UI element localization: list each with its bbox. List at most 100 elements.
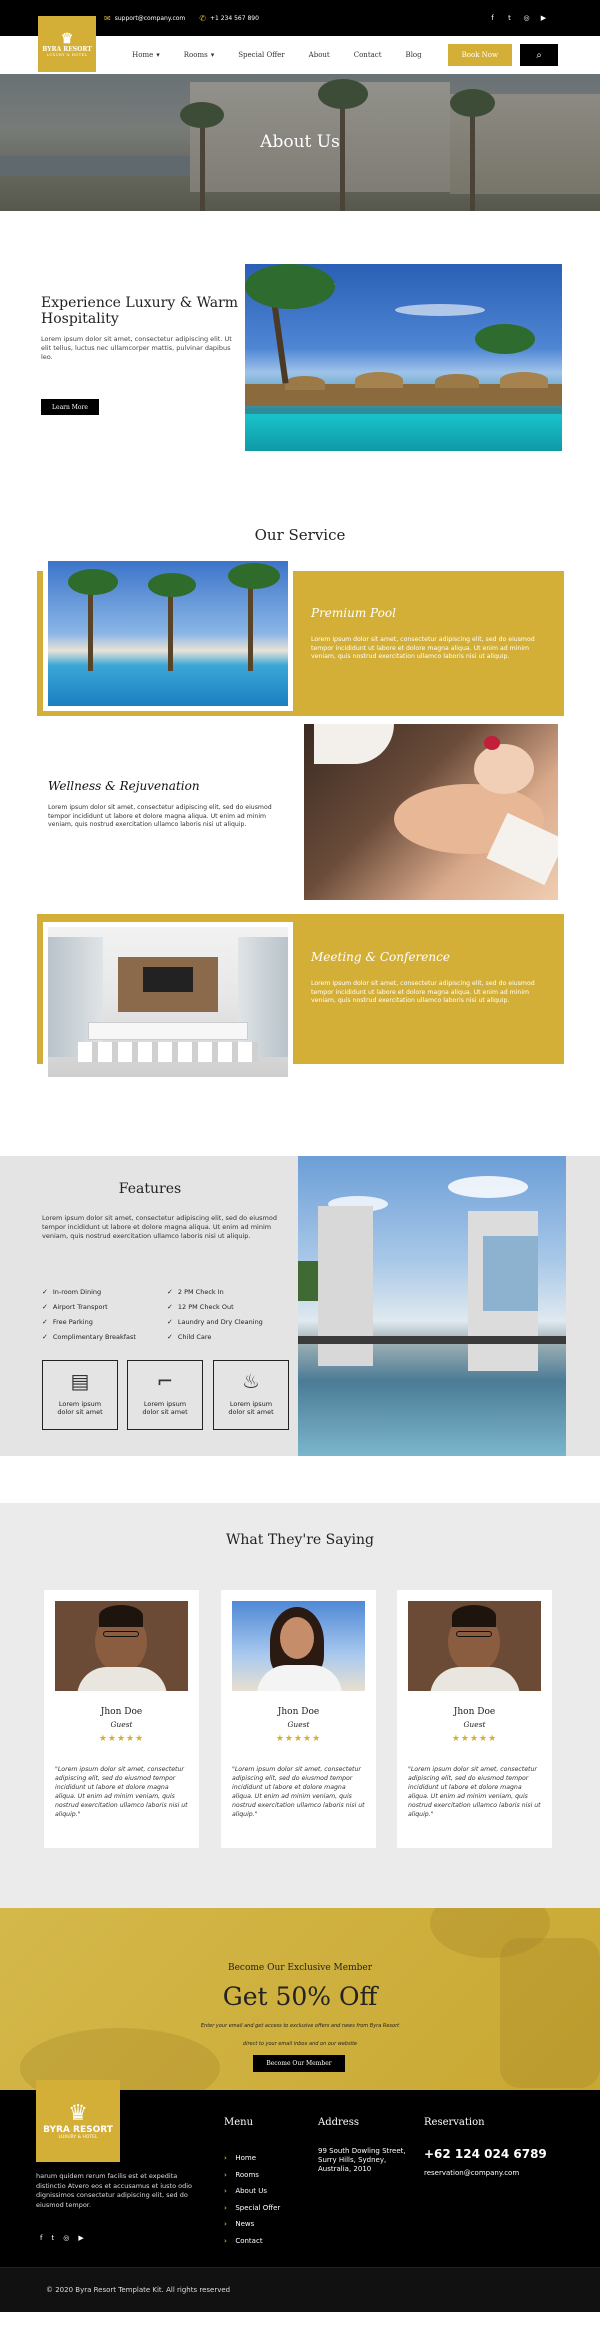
facebook-icon[interactable]: f	[488, 14, 497, 23]
footer-link-special-offer[interactable]: Special Offer	[224, 2200, 280, 2217]
youtube-icon[interactable]: ▶	[78, 2234, 83, 2242]
footer-phone[interactable]: +62 124 024 6789	[424, 2147, 547, 2161]
check-icon: ✓	[167, 1318, 173, 1326]
instagram-icon[interactable]: ◎	[522, 14, 531, 23]
become-member-button[interactable]: Become Our Member	[253, 2055, 345, 2072]
avatar	[55, 1601, 188, 1691]
logo-text: BYRA RESORT	[42, 45, 92, 53]
nav-item-home[interactable]: Home ▾	[124, 51, 168, 59]
feature-item: ✓ 12 PM Check Out	[167, 1303, 292, 1311]
twitter-icon[interactable]: t	[505, 14, 514, 23]
testimonial-name: Jhon Doe	[453, 1707, 496, 1717]
features-right-band	[566, 1156, 600, 1456]
footer-about: harum quidem rerum facilis est et expedi…	[36, 2172, 193, 2209]
feature-item: ✓ Airport Transport	[42, 1303, 167, 1311]
top-email[interactable]: ✉ support@company.com	[104, 14, 185, 23]
pool-photo-frame	[43, 556, 293, 711]
features-title: Features	[118, 1181, 182, 1197]
footer-address: 99 South Dowling Street, Surry Hills, Sy…	[318, 2147, 406, 2173]
youtube-icon[interactable]: ▶	[539, 14, 548, 23]
twitter-icon[interactable]: t	[51, 2234, 54, 2242]
member-headline: Get 50% Off	[222, 1982, 378, 2011]
feature-item: ✓ Complimentary Breakfast	[42, 1333, 167, 1341]
check-icon: ✓	[42, 1333, 48, 1341]
page-title: About Us	[260, 132, 340, 152]
brand-logo[interactable]: ♛ BYRA RESORT LUXURY & HOTEL	[38, 16, 96, 72]
feature-label: Complimentary Breakfast	[52, 1333, 136, 1341]
testimonial-card: Jhon Doe Guest ★★★★★ "Lorem ipsum dolor …	[221, 1590, 376, 1848]
testimonial-quote: "Lorem ipsum dolor sit amet, consectetur…	[55, 1766, 188, 1818]
feature-box: ♨ Lorem ipsum dolor sit amet	[213, 1360, 289, 1430]
features-section: Features Lorem ipsum dolor sit amet, con…	[0, 1156, 600, 1456]
spa-photo	[304, 724, 558, 900]
facebook-icon[interactable]: f	[40, 2234, 42, 2242]
logo-text: BYRA RESORT	[43, 2124, 113, 2135]
testimonial-name: Jhon Doe	[100, 1707, 143, 1717]
feature-item: ✓ In-room Dining	[42, 1288, 167, 1296]
footer-email[interactable]: reservation@company.com	[424, 2169, 519, 2177]
nav-item-about[interactable]: About	[301, 51, 338, 59]
feature-label: Airport Transport	[52, 1303, 108, 1311]
experience-section: Experience Luxury & Warm Hospitality Lor…	[0, 211, 600, 476]
main-nav: ♛ BYRA RESORT LUXURY & HOTEL Home ▾ Rooms…	[0, 16, 600, 74]
footer-link-news[interactable]: News	[224, 2216, 280, 2233]
copyright-bar: © 2020 Byra Resort Template Kit. All rig…	[0, 2267, 600, 2312]
cctv-icon: ⌐	[156, 1369, 174, 1393]
footer-link-about[interactable]: About Us	[224, 2183, 280, 2200]
feature-label: Free Parking	[52, 1318, 93, 1326]
feature-label: 2 PM Check In	[177, 1288, 224, 1296]
instagram-icon[interactable]: ◎	[63, 2234, 69, 2242]
testimonial-name: Jhon Doe	[277, 1707, 320, 1717]
feature-box-text: Lorem ipsum dolor sit amet	[57, 1400, 103, 1416]
feature-box-text: Lorem ipsum dolor sit amet	[228, 1400, 274, 1416]
nav-item-rooms[interactable]: Rooms ▾	[176, 51, 222, 59]
beach-resort-image	[245, 264, 562, 451]
top-contact: ✉ support@company.com ✆ +1 234 567 890	[104, 14, 259, 23]
service-premium-pool: Premium Pool Lorem ipsum dolor sit amet,…	[0, 556, 600, 724]
service-text: Lorem ipsum dolor sit amet, consectetur …	[311, 636, 535, 660]
service-title: Meeting & Conference	[311, 950, 450, 964]
footer-logo[interactable]: ♛ BYRA RESORT LUXURY & HOTEL	[36, 2080, 120, 2162]
service-text: Lorem ipsum dolor sit amet, consectetur …	[311, 980, 535, 1004]
feature-box-text: Lorem ipsum dolor sit amet	[142, 1400, 188, 1416]
footer-link-rooms[interactable]: Rooms	[224, 2167, 280, 2184]
footer-link-contact[interactable]: Contact	[224, 2233, 280, 2250]
top-phone[interactable]: ✆ +1 234 567 890	[199, 14, 259, 23]
meeting-photo-frame	[43, 922, 293, 1082]
service-meeting: Meeting & Conference Lorem ipsum dolor s…	[0, 914, 600, 1086]
testimonial-quote: "Lorem ipsum dolor sit amet, consectetur…	[232, 1766, 365, 1818]
footer: ♛ BYRA RESORT LUXURY & HOTEL harum quide…	[0, 2080, 600, 2312]
footer-menu-title: Menu	[224, 2117, 254, 2128]
feature-label: Laundry and Dry Cleaning	[177, 1318, 263, 1326]
dining-icon: ♨	[242, 1369, 260, 1393]
meeting-photo	[48, 927, 288, 1077]
check-icon: ✓	[42, 1318, 48, 1326]
logo-mark: ♛	[60, 30, 74, 47]
feature-box: ⌐ Lorem ipsum dolor sit amet	[127, 1360, 203, 1430]
chevron-down-icon: ▾	[210, 51, 215, 59]
top-phone-text: +1 234 567 890	[209, 14, 259, 22]
feature-item: ✓ Child Care	[167, 1333, 292, 1341]
book-now-button[interactable]: Book Now	[447, 44, 512, 66]
top-email-text: support@company.com	[114, 14, 186, 22]
check-icon: ✓	[167, 1333, 173, 1341]
search-button[interactable]: ⌕	[520, 44, 558, 66]
nav-item-blog[interactable]: Blog	[398, 51, 430, 59]
check-icon: ✓	[167, 1303, 173, 1311]
feature-label: Child Care	[177, 1333, 212, 1341]
logo-mark: ♛	[68, 2100, 88, 2126]
nav-item-contact[interactable]: Contact	[346, 51, 390, 59]
check-icon: ✓	[42, 1303, 48, 1311]
hero-banner: About Us	[0, 74, 600, 211]
footer-link-home[interactable]: Home	[224, 2150, 280, 2167]
pool-photo	[48, 561, 288, 706]
footer-reservation-title: Reservation	[424, 2117, 485, 2128]
nav-item-special-offer[interactable]: Special Offer	[230, 51, 292, 59]
phone-icon: ✆	[199, 13, 206, 23]
logo-tagline: LUXURY & HOTEL	[46, 52, 88, 57]
learn-more-button[interactable]: Learn More	[41, 399, 99, 415]
feature-item: ✓ 2 PM Check In	[167, 1288, 292, 1296]
logo-tagline: LUXURY & HOTEL	[58, 2134, 98, 2140]
star-rating: ★★★★★	[98, 1734, 145, 1744]
experience-title: Experience Luxury & Warm Hospitality	[41, 295, 239, 327]
